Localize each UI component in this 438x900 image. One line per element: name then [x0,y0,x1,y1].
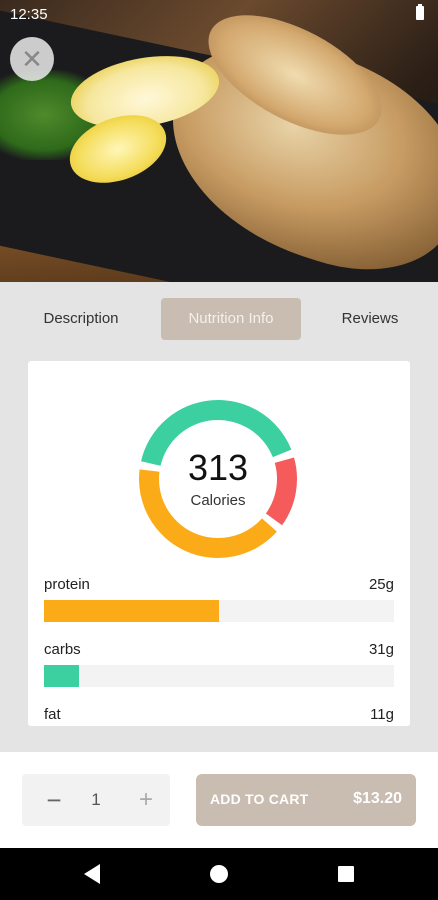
close-button[interactable]: ✕ [10,37,54,81]
tab-bar: Description Nutrition Info Reviews [0,282,438,354]
status-bar: 12:35 [0,0,438,28]
home-icon[interactable] [210,865,228,883]
tab-nutrition-info[interactable]: Nutrition Info [161,298,301,340]
nutrition-card: 313 Calories protein 25g carbs 31g fat 1… [28,361,410,726]
nutrient-name: carbs [44,641,81,658]
nutrient-amount: 31g [368,641,394,658]
nutrient-amount: 11g [370,706,394,723]
dish-photo [0,0,438,282]
calories-value: 313 [187,447,249,488]
tab-description[interactable]: Description [22,298,140,340]
nutrient-amount: 25g [368,576,394,593]
nutrient-bar-fill [44,665,79,687]
nutrient-name: fat [44,706,61,723]
nutrient-bar-track [44,600,394,622]
tab-reviews[interactable]: Reviews [320,298,420,340]
quantity-value: 1 [91,790,101,809]
add-to-cart-button[interactable]: ADD TO CART $13.20 [196,774,416,826]
close-icon: ✕ [21,43,43,74]
battery-icon [416,4,424,20]
quantity-stepper: − 1 + [22,774,170,826]
calories-label: Calories [190,492,246,509]
back-icon[interactable] [84,864,100,884]
increase-quantity-button[interactable]: + [126,774,166,826]
nutrient-bar-track [44,665,394,687]
system-nav-bar [0,848,438,900]
cart-action-bar: − 1 + ADD TO CART $13.20 [0,752,438,848]
cart-price: $13.20 [353,790,402,807]
nutrient-name: protein [44,576,90,593]
recent-apps-icon[interactable] [338,866,354,882]
add-to-cart-label: ADD TO CART [210,791,309,807]
status-time: 12:35 [10,6,48,23]
decrease-quantity-button[interactable]: − [34,774,74,826]
nutrient-bar-fill [44,600,219,622]
